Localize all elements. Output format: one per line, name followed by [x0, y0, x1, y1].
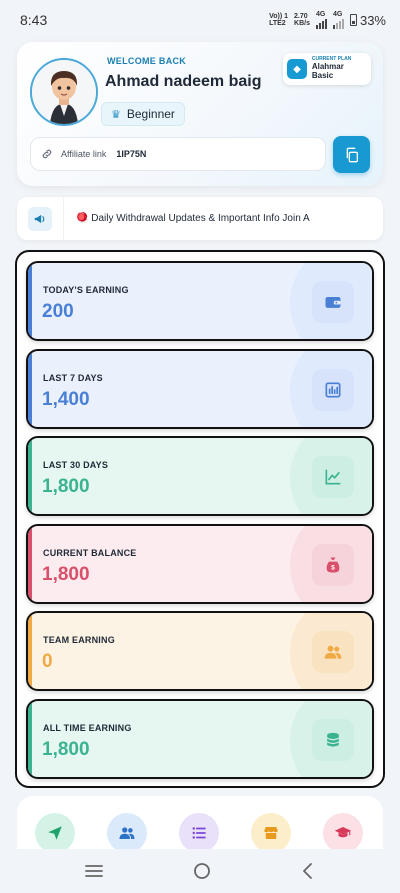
coins-icon	[312, 718, 354, 761]
plan-name: Alahmar Basic	[311, 61, 344, 80]
volte-indicator: Vo)) 1 LTE2	[269, 13, 289, 27]
money-bag-icon: $	[312, 543, 354, 586]
system-nav-bar	[0, 849, 400, 893]
megaphone-icon	[28, 206, 52, 231]
stat-value: 1,800	[42, 476, 90, 497]
users-icon	[119, 827, 135, 839]
battery-indicator: 33%	[349, 14, 386, 27]
stat-label: TODAY'S EARNING	[43, 285, 129, 295]
send-icon	[48, 826, 62, 840]
signal-bars-icon	[315, 18, 327, 29]
stat-card[interactable]: LAST 7 DAYS 1,400	[26, 348, 374, 429]
rank-label: Beginner	[126, 107, 175, 121]
stat-value: 1,800	[42, 738, 90, 760]
battery-icon	[349, 14, 357, 26]
nav-button-store[interactable]	[251, 813, 291, 853]
stat-card[interactable]: TEAM EARNING 0	[26, 611, 374, 691]
store-icon	[264, 827, 278, 839]
stat-card[interactable]: CURRENT BALANCE 1,800 $	[26, 523, 374, 604]
stat-value: 0	[42, 651, 53, 672]
stat-accent-bar	[28, 525, 32, 602]
affiliate-link-field[interactable]: Affiliate link 1IP75N	[30, 137, 326, 171]
stat-card[interactable]: TODAY'S EARNING 200	[26, 261, 374, 341]
status-bar: 8:43 Vo)) 1 LTE2 2.70 KB/s 4G 4G 33%	[0, 0, 400, 40]
stat-accent-bar	[28, 613, 32, 689]
copy-button[interactable]	[333, 136, 370, 173]
stat-card[interactable]: LAST 30 DAYS 1,800	[26, 436, 374, 516]
stats-panel: TODAY'S EARNING 200 LAST 7 DAYS 1,400 LA…	[15, 250, 385, 788]
avatar-image	[32, 60, 96, 124]
graduation-cap-icon	[334, 827, 352, 838]
bar-chart-icon	[312, 368, 354, 411]
signal-1: 4G	[315, 11, 327, 29]
stat-label: LAST 30 DAYS	[43, 460, 109, 470]
nav-button-graduation-cap[interactable]	[323, 813, 363, 853]
stat-label: CURRENT BALANCE	[43, 547, 137, 558]
current-plan-badge[interactable]: ◆ CURRENT PLAN Alahmar Basic	[283, 53, 371, 85]
nav-button-send[interactable]	[35, 813, 75, 853]
wallet-icon	[312, 281, 354, 323]
svg-text:$: $	[331, 564, 335, 571]
user-name: Ahmad nadeem baig	[105, 73, 262, 90]
trend-chart-icon	[312, 456, 354, 498]
home-icon[interactable]	[192, 861, 212, 881]
avatar[interactable]	[30, 58, 98, 126]
signal-2: 4G	[332, 11, 344, 29]
announcement-bar[interactable]: 🪀 Daily Withdrawal Updates & Important I…	[17, 197, 383, 240]
back-icon[interactable]	[300, 862, 316, 880]
list-icon	[192, 827, 206, 839]
diamond-icon: ◆	[287, 59, 307, 79]
affiliate-code: 1IP75N	[116, 149, 147, 159]
recent-apps-icon[interactable]	[84, 863, 104, 879]
team-icon	[312, 631, 354, 673]
stat-label: LAST 7 DAYS	[43, 372, 103, 383]
stat-accent-bar	[28, 263, 32, 339]
rank-badge: ♛ Beginner	[101, 102, 185, 126]
stat-label: ALL TIME EARNING	[43, 722, 132, 733]
stat-accent-bar	[28, 350, 32, 427]
stat-value: 1,800	[42, 563, 90, 585]
stat-label: TEAM EARNING	[43, 635, 115, 645]
affiliate-label: Affiliate link	[61, 149, 107, 159]
stat-accent-bar	[28, 700, 32, 777]
welcome-label: WELCOME BACK	[107, 56, 187, 66]
stat-value: 200	[42, 301, 74, 322]
status-indicators: Vo)) 1 LTE2 2.70 KB/s 4G 4G 33%	[269, 11, 386, 29]
copy-icon	[346, 147, 358, 162]
network-speed: 2.70 KB/s	[294, 13, 310, 27]
crown-icon: ♛	[111, 108, 121, 121]
nav-button-users[interactable]	[107, 813, 147, 853]
link-icon	[42, 149, 52, 159]
stat-card[interactable]: ALL TIME EARNING 1,800	[26, 698, 374, 779]
bottom-nav	[17, 796, 383, 856]
stat-accent-bar	[28, 438, 32, 514]
stat-value: 1,400	[42, 388, 90, 410]
nav-button-list[interactable]	[179, 813, 219, 853]
profile-card: WELCOME BACK Ahmad nadeem baig ♛ Beginne…	[17, 42, 383, 186]
status-time: 8:43	[20, 12, 48, 28]
announcement-text: 🪀 Daily Withdrawal Updates & Important I…	[63, 197, 383, 240]
signal-bars-icon	[332, 18, 344, 29]
